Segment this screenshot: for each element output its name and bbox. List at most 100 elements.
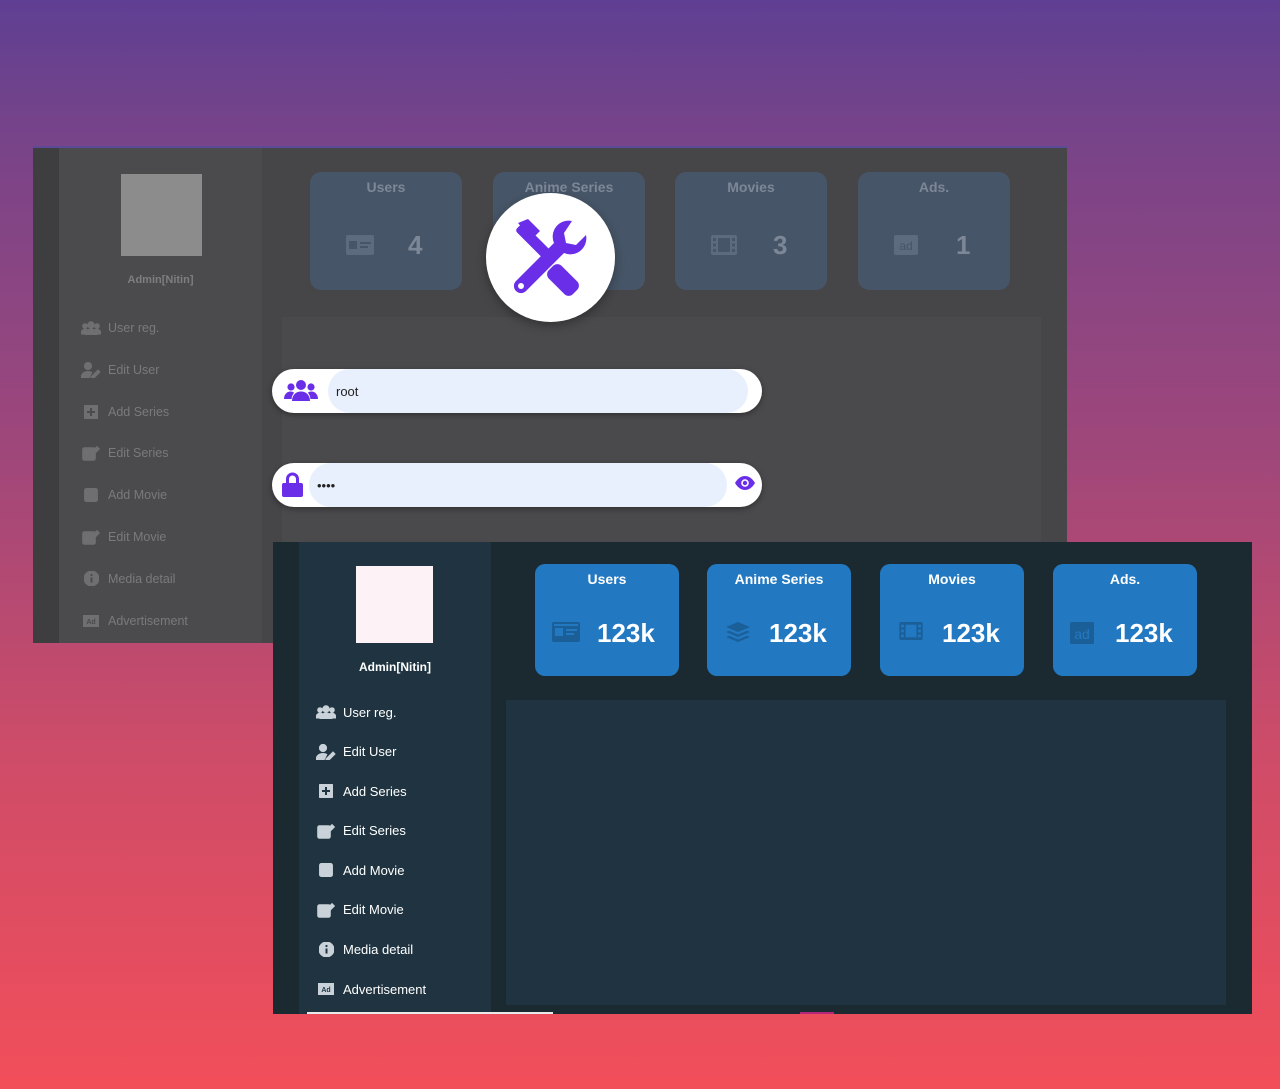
card-value: 123k: [597, 618, 655, 648]
info-circle-icon: [81, 571, 101, 587]
sidebar-item-add-series[interactable]: Add Series: [81, 402, 188, 422]
edit-icon: [81, 445, 101, 462]
avatar: [356, 566, 433, 643]
sidebar-item-label: Add Series: [343, 783, 407, 799]
stat-card-ads[interactable]: Ads. ad 123k: [1053, 564, 1197, 676]
lock-icon: [282, 472, 303, 502]
ad-icon: Ad: [81, 614, 101, 627]
front-content-area: [506, 700, 1226, 1005]
card-title: Anime Series: [524, 179, 614, 195]
card-title: Ads.: [918, 179, 950, 195]
card-title: Ads.: [1109, 571, 1141, 587]
sidebar-item-label: Edit Series: [108, 446, 169, 461]
svg-text:Ad: Ad: [321, 987, 330, 994]
plus-square-outline-icon: [81, 488, 101, 503]
sidebar-item-user-reg[interactable]: User reg.: [81, 318, 188, 338]
edit-icon: [316, 823, 336, 839]
sidebar-item-add-movie[interactable]: Add Movie: [316, 860, 426, 880]
front-sidebar-nav: User reg. Edit User Add Series Edit Seri…: [316, 702, 426, 1014]
users-icon: [316, 705, 336, 719]
sidebar-item-edit-series[interactable]: Edit Series: [316, 821, 426, 841]
sidebar-item-edit-series[interactable]: Edit Series: [81, 443, 188, 463]
username-input[interactable]: root: [328, 369, 748, 413]
sidebar-item-label: Add Movie: [343, 862, 405, 878]
sidebar-item-edit-user[interactable]: Edit User: [316, 742, 426, 762]
card-title: Users: [366, 179, 406, 195]
sidebar-item-media-detail[interactable]: Media detail: [316, 940, 426, 960]
ad-icon: ad: [894, 235, 918, 260]
sidebar-item-label: Edit User: [108, 362, 160, 377]
sidebar-item-advertisement[interactable]: Ad Advertisement: [81, 611, 188, 631]
stat-card-ads[interactable]: Ads. ad 1: [858, 172, 1010, 290]
users-icon: [284, 378, 318, 407]
sidebar-item-label: Add Series: [108, 404, 170, 419]
id-card-icon: [346, 235, 374, 260]
stat-card-movies[interactable]: Movies 3: [675, 172, 827, 290]
avatar: [121, 174, 202, 256]
sidebar-item-label: Add Movie: [108, 488, 168, 503]
svg-text:ad: ad: [1074, 626, 1090, 642]
back-sidebar-nav: User reg. Edit User Add Series Edit Seri…: [81, 318, 188, 643]
back-sidebar: Admin[Nitin] User reg. Edit User Add Ser…: [59, 148, 262, 643]
sidebar-item-label: User reg.: [108, 321, 160, 335]
svg-text:Ad: Ad: [86, 619, 95, 626]
edit-icon: [81, 529, 101, 545]
user-edit-icon: [316, 743, 336, 760]
card-value: 4: [408, 230, 423, 260]
admin-label: Admin[Nitin]: [127, 274, 194, 286]
info-circle-icon: [316, 942, 336, 958]
sidebar-item-edit-movie[interactable]: Edit Movie: [81, 527, 188, 547]
ad-icon: Ad: [316, 983, 336, 996]
svg-text:ad: ad: [899, 239, 912, 253]
edit-icon: [316, 902, 336, 918]
film-icon: [711, 235, 737, 260]
username-field[interactable]: root: [272, 369, 762, 413]
sidebar-item-media-detail[interactable]: Media detail: [81, 569, 188, 589]
scroll-indicator: [800, 1012, 834, 1014]
stat-card-users[interactable]: Users 4: [310, 172, 462, 290]
card-value: 123k: [769, 618, 827, 648]
card-value: 123k: [1115, 618, 1173, 648]
card-value: 123k: [942, 618, 1000, 648]
front-sidebar: Admin[Nitin] User reg. Edit User Add Ser…: [299, 542, 553, 1014]
card-title: Movies: [727, 179, 775, 195]
sidebar-item-label: Edit Movie: [343, 902, 404, 918]
plus-square-outline-icon: [316, 863, 336, 878]
stat-card-users[interactable]: Users 123k: [535, 564, 679, 676]
stat-card-anime-series[interactable]: Anime Series 123k: [707, 564, 851, 676]
user-edit-icon: [81, 361, 101, 378]
card-title: Users: [587, 571, 627, 587]
sidebar-item-label: User reg.: [343, 704, 397, 720]
sidebar-item-add-series[interactable]: Add Series: [316, 781, 426, 801]
stat-card-movies[interactable]: Movies 123k: [880, 564, 1024, 676]
tools-icon: [486, 193, 615, 322]
card-title: Movies: [928, 571, 976, 587]
sidebar-item-add-movie[interactable]: Add Movie: [81, 485, 188, 505]
card-title: Anime Series: [734, 571, 824, 587]
users-icon: [81, 321, 101, 335]
sidebar-item-edit-user[interactable]: Edit User: [81, 360, 188, 380]
back-left-strip: [33, 148, 59, 643]
sidebar-item-label: Advertisement: [108, 613, 188, 628]
sidebar-item-user-reg[interactable]: User reg.: [316, 702, 426, 722]
password-input[interactable]: ••••: [309, 463, 727, 507]
layers-icon: [726, 622, 750, 649]
plus-square-icon: [81, 404, 101, 419]
sidebar-divider: [307, 1012, 553, 1014]
sidebar-item-label: Edit Movie: [108, 529, 167, 544]
sidebar-item-advertisement[interactable]: Ad Advertisement: [316, 979, 426, 999]
password-field[interactable]: ••••: [272, 463, 762, 507]
sidebar-item-edit-movie[interactable]: Edit Movie: [316, 900, 426, 920]
front-dashboard-panel: Admin[Nitin] User reg. Edit User Add Ser…: [273, 542, 1252, 1014]
sidebar-item-label: Edit Series: [343, 823, 406, 839]
card-value: 1: [956, 230, 971, 260]
plus-square-icon: [316, 784, 336, 799]
sidebar-item-label: Media detail: [108, 571, 176, 586]
film-icon: [899, 622, 923, 645]
admin-label: Admin[Nitin]: [359, 660, 431, 674]
sidebar-item-label: Advertisement: [343, 981, 427, 997]
eye-icon[interactable]: [734, 475, 756, 496]
sidebar-item-label: Edit User: [343, 744, 397, 760]
sidebar-item-label: Media detail: [343, 942, 414, 958]
id-card-icon: [552, 622, 580, 647]
